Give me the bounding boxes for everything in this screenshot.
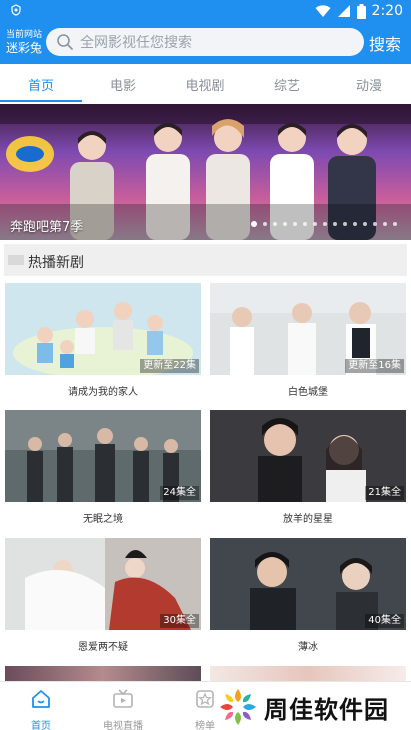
- clock: 2:20: [371, 3, 403, 19]
- search-input[interactable]: 全网影视任您搜索: [46, 28, 364, 56]
- tab-tv-series[interactable]: 电视剧: [165, 75, 245, 94]
- episode-badge: 30集全: [160, 614, 199, 628]
- video-card[interactable]: 更新至22集 请成为我的家人: [5, 283, 201, 403]
- video-title: 放羊的星星: [283, 514, 333, 525]
- carousel-dot[interactable]: [333, 222, 337, 226]
- carousel-dot[interactable]: [373, 222, 377, 226]
- video-card[interactable]: 更新至16集 白色城堡: [210, 283, 406, 403]
- search-button[interactable]: 搜索: [369, 31, 401, 55]
- top-header: 2:20 当前网站 迷彩兔 全网影视任您搜索 搜索: [0, 0, 411, 64]
- video-card[interactable]: 30集全 恩爱两不疑: [5, 538, 201, 658]
- nav-home[interactable]: 首页: [1, 688, 81, 730]
- status-bar: 2:20: [0, 0, 411, 22]
- carousel-dot[interactable]: [251, 221, 257, 227]
- carousel-dot[interactable]: [323, 222, 327, 226]
- section-marker: [8, 255, 24, 265]
- carousel-dot[interactable]: [383, 222, 387, 226]
- nav-home-label: 首页: [31, 721, 51, 730]
- video-card[interactable]: 21集全 放羊的星星: [210, 410, 406, 530]
- video-title: 请成为我的家人: [68, 387, 138, 398]
- section-title: 热播新剧: [28, 255, 84, 271]
- carousel-dot[interactable]: [313, 222, 317, 226]
- watermark: 周佳软件园: [218, 684, 411, 730]
- carousel-dot[interactable]: [363, 222, 367, 226]
- battery-icon: [356, 3, 366, 19]
- watermark-text: 周佳软件园: [264, 695, 389, 724]
- signal-icon: [337, 5, 350, 17]
- carousel-dot[interactable]: [283, 222, 287, 226]
- app-name-big: 迷彩兔: [6, 41, 43, 55]
- section-header: 热播新剧: [4, 244, 407, 276]
- tab-movies[interactable]: 电影: [83, 75, 163, 94]
- carousel-dot[interactable]: [343, 222, 347, 226]
- wifi-icon: [315, 5, 331, 17]
- episode-badge: 更新至22集: [140, 359, 199, 373]
- hero-title: 奔跑吧第7季: [10, 220, 84, 235]
- nav-live-tv[interactable]: 电视直播: [83, 688, 163, 730]
- video-card[interactable]: 24集全 无眠之境: [5, 410, 201, 530]
- status-indicators: 2:20: [315, 2, 403, 20]
- home-icon: [32, 690, 50, 708]
- video-card[interactable]: 40集全 薄冰: [210, 538, 406, 658]
- app-screen: 2:20 当前网站 迷彩兔 全网影视任您搜索 搜索 首页 电影 电视剧 综艺 动…: [0, 0, 411, 730]
- tab-home[interactable]: 首页: [1, 75, 81, 94]
- carousel-dot[interactable]: [393, 222, 397, 226]
- search-icon: [57, 34, 73, 50]
- carousel-dots: [251, 221, 397, 227]
- shield-icon: [11, 4, 21, 16]
- carousel-dot[interactable]: [293, 222, 297, 226]
- tab-variety[interactable]: 综艺: [247, 75, 327, 94]
- video-title: 无眠之境: [83, 514, 123, 525]
- tab-underline: [0, 100, 82, 102]
- carousel-dot[interactable]: [263, 222, 267, 226]
- search-placeholder: 全网影视任您搜索: [80, 35, 192, 51]
- episode-badge: 更新至16集: [345, 359, 404, 373]
- star-icon: [196, 690, 214, 708]
- watermark-logo: [220, 689, 256, 725]
- nav-live-tv-label: 电视直播: [103, 721, 143, 730]
- episode-badge: 21集全: [365, 486, 404, 500]
- tv-icon: [113, 689, 133, 708]
- tab-anime[interactable]: 动漫: [329, 75, 409, 94]
- episode-badge: 24集全: [160, 486, 199, 500]
- carousel-dot[interactable]: [353, 222, 357, 226]
- app-name: 当前网站 迷彩兔: [6, 29, 50, 55]
- category-tabs: 首页 电影 电视剧 综艺 动漫: [0, 64, 411, 104]
- carousel-dot[interactable]: [303, 222, 307, 226]
- hero-banner[interactable]: 奔跑吧第7季: [0, 104, 411, 240]
- video-title: 恩爱两不疑: [78, 642, 128, 653]
- episode-badge: 40集全: [365, 614, 404, 628]
- carousel-dot[interactable]: [273, 222, 277, 226]
- video-title: 白色城堡: [288, 387, 328, 398]
- video-title: 薄冰: [298, 642, 318, 653]
